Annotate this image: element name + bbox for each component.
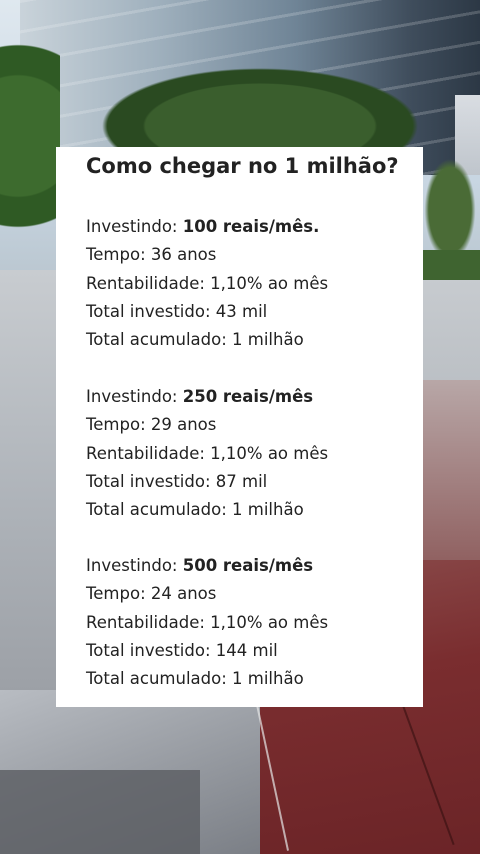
info-card: Como chegar no 1 milhão? Investindo: 100… xyxy=(56,147,423,707)
trees-left xyxy=(0,40,60,280)
tempo-line: Tempo: 24 anos xyxy=(86,584,217,604)
scenario-block: Investindo: 500 reais/mês Tempo: 24 anos… xyxy=(86,552,328,693)
total-investido-line: Total investido: 87 mil xyxy=(86,471,268,491)
investindo-label: Investindo: xyxy=(86,217,178,236)
stone-paving xyxy=(422,380,480,580)
total-acumulado-line: Total acumulado: 1 milhão xyxy=(86,500,304,520)
scenario-block: Investindo: 250 reais/mês Tempo: 29 anos… xyxy=(86,383,328,524)
total-acumulado-line: Total acumulado: 1 milhão xyxy=(86,669,304,689)
total-acumulado-line: Total acumulado: 1 milhão xyxy=(86,330,304,350)
investindo-value: 100 reais/mês. xyxy=(182,217,320,236)
total-investido-line: Total investido: 43 mil xyxy=(86,301,268,321)
tempo-line: Tempo: 29 anos xyxy=(86,415,217,435)
scenario-block: Investindo: 100 reais/mês. Tempo: 36 ano… xyxy=(86,213,328,354)
rentabilidade-line: Rentabilidade: 1,10% ao mês xyxy=(86,273,329,293)
card-title: Como chegar no 1 milhão? xyxy=(86,154,399,178)
investindo-label: Investindo: xyxy=(86,556,178,575)
investindo-line: Investindo: 100 reais/mês. xyxy=(86,213,328,241)
tempo-line: Tempo: 36 anos xyxy=(86,245,217,265)
rentabilidade-line: Rentabilidade: 1,10% ao mês xyxy=(86,443,329,463)
investindo-value: 500 reais/mês xyxy=(182,556,314,575)
rentabilidade-line: Rentabilidade: 1,10% ao mês xyxy=(86,612,329,632)
investindo-line: Investindo: 250 reais/mês xyxy=(86,383,328,411)
grass xyxy=(422,250,480,280)
total-investido-line: Total investido: 144 mil xyxy=(86,640,278,660)
investindo-value: 250 reais/mês xyxy=(182,387,314,406)
investindo-line: Investindo: 500 reais/mês xyxy=(86,552,328,580)
stone-slab-dark xyxy=(0,770,200,854)
investindo-label: Investindo: xyxy=(86,387,178,406)
